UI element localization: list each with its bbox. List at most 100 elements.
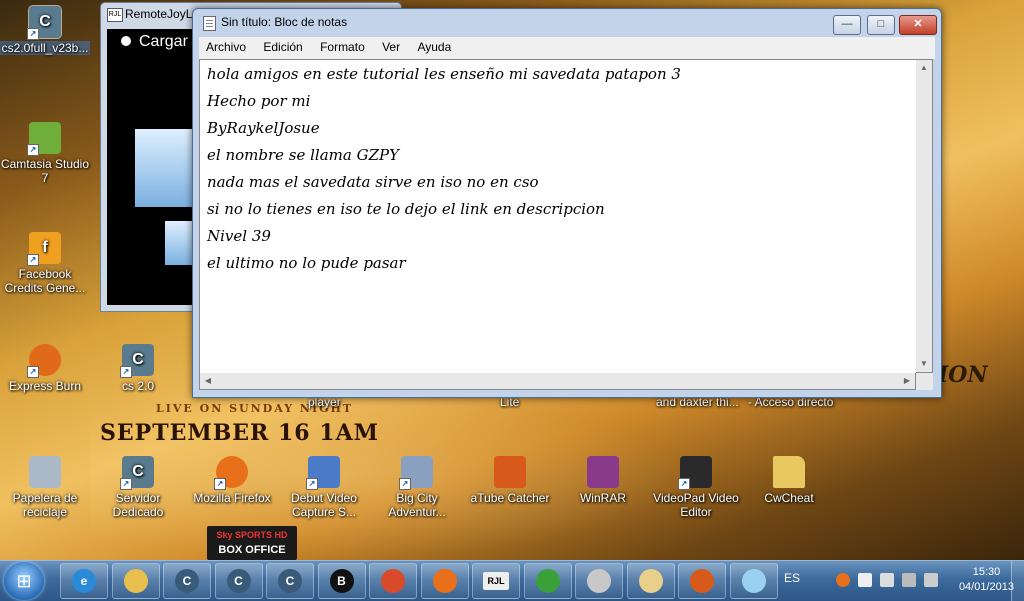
vertical-scrollbar[interactable]: ▲ ▼ — [916, 59, 933, 373]
recycle-bin-icon — [29, 456, 61, 488]
show-desktop-button[interactable] — [1011, 561, 1024, 601]
desktop-icon-cs20[interactable]: C ↗ cs 2.0 — [93, 344, 183, 393]
taskbar-button[interactable] — [111, 563, 160, 599]
tray-device-icon[interactable] — [880, 573, 894, 587]
taskbar-button[interactable]: C — [266, 563, 314, 599]
cs-server-icon-3: C — [278, 569, 302, 593]
volume-muted-icon[interactable] — [924, 573, 938, 587]
taskbar-button[interactable] — [369, 563, 417, 599]
menu-formato[interactable]: Formato — [313, 37, 372, 57]
cs-server-icon-2: C — [226, 569, 251, 593]
express-burn-icon: ↗ — [27, 344, 61, 378]
patapon-logo-image-small — [165, 221, 195, 265]
taskbar-button[interactable]: RJL — [472, 563, 520, 599]
taskbar-button[interactable]: C — [163, 563, 211, 599]
desktop-icon-label: VideoPad Video Editor — [653, 491, 739, 519]
tray-flag-icon[interactable] — [858, 573, 872, 587]
notepad-text-area[interactable]: hola amigos en este tutorial les enseño … — [199, 59, 918, 375]
network-icon[interactable] — [902, 573, 916, 587]
text-line: nada mas el savedata sirve en iso no en … — [207, 173, 539, 191]
desktop-icon-cwcheat[interactable]: CwCheat — [744, 456, 834, 505]
desktop-icon-facebook-credits[interactable]: f ↗ Facebook Credits Gene... — [0, 232, 90, 295]
desktop-icon-winrar[interactable]: WinRAR — [558, 456, 648, 505]
desktop-icon-label: Servidor Dedicado — [112, 491, 164, 519]
desktop-icon-atube[interactable]: aTube Catcher — [465, 456, 555, 505]
file-explorer-icon — [123, 569, 148, 593]
folder-icon — [773, 456, 805, 488]
desktop-icon-label: cs2.0full_v23b... — [0, 41, 90, 55]
tray-app-icon[interactable] — [836, 573, 850, 587]
start-button[interactable]: ⊞ — [4, 562, 44, 600]
taskbar-button[interactable] — [626, 563, 675, 599]
text-line: el ultimo no lo pude pasar — [207, 254, 406, 272]
clock-time: 15:30 — [972, 566, 1001, 578]
big-city-icon: ↗ — [399, 456, 433, 490]
menu-archivo[interactable]: Archivo — [199, 37, 253, 57]
desktop-icon-servidor-dedicado[interactable]: C ↗ Servidor Dedicado — [93, 456, 183, 519]
desktop-icon-firefox[interactable]: ↗ Mozilla Firefox — [187, 456, 277, 505]
counter-strike-icon: C ↗ — [27, 5, 62, 40]
desktop-icon-label: cs 2.0 — [121, 379, 154, 393]
notepad-title: Sin título: Bloc de notas — [221, 15, 348, 29]
text-line: si no lo tienes en iso te lo dejo el lin… — [207, 200, 605, 218]
maximize-button[interactable]: □ — [867, 15, 895, 35]
taskbar-button[interactable] — [523, 563, 572, 599]
internet-explorer-icon: e — [72, 569, 96, 593]
messenger-icon — [535, 569, 560, 593]
desktop-icon-recycle-bin[interactable]: Papelera de reciclaje — [0, 456, 90, 519]
scroll-up-arrow-icon[interactable]: ▲ — [916, 60, 932, 76]
desktop-icon-debut[interactable]: ↗ Debut Video Capture S... — [279, 456, 369, 519]
clock-date: 04/01/2013 — [958, 581, 1014, 593]
counter-strike-icon: C ↗ — [120, 344, 154, 378]
wallpaper-badge-top: Sky SPORTS HD — [216, 530, 288, 540]
taskbar-button[interactable]: B — [317, 563, 366, 599]
wallpaper-date-text: SEPTEMBER 16 1AM — [100, 420, 380, 446]
disc-icon — [587, 569, 611, 593]
cs-server-icon-1: C — [175, 569, 199, 593]
taskbar-button[interactable] — [575, 563, 623, 599]
notepad-window[interactable]: Sin título: Bloc de notas — □ ✕ Archivo … — [192, 8, 942, 398]
taskbar-button[interactable] — [678, 563, 726, 599]
desktop-icon-label: Big City Adventur... — [388, 491, 446, 519]
clock[interactable]: 15:30 04/01/2013 — [959, 565, 1014, 595]
chrome-icon — [381, 569, 405, 593]
remotejoy-loading-text: Cargar — [121, 33, 188, 51]
desktop-icon-label: aTube Catcher — [470, 491, 550, 505]
desktop-icon-label: WinRAR — [579, 491, 626, 505]
desktop-icon-cs2-full[interactable]: C ↗ cs2.0full_v23b... — [0, 5, 90, 55]
desktop-icon-label: Express Burn — [8, 379, 82, 393]
taskbar-button[interactable] — [729, 563, 778, 599]
taskbar-button[interactable]: C — [214, 563, 263, 599]
videopad-icon: ↗ — [678, 456, 712, 490]
remotejoy-icon: RJL — [483, 572, 509, 590]
paint-icon — [638, 569, 663, 593]
firefox-icon: ↗ — [214, 456, 248, 490]
remotejoy-icon: RJL — [107, 8, 123, 22]
resize-grip[interactable] — [916, 373, 933, 390]
language-indicator[interactable]: ES — [784, 571, 800, 585]
atube-icon — [494, 456, 526, 488]
text-line: Hecho por mi — [207, 92, 311, 110]
menu-ayuda[interactable]: Ayuda — [410, 37, 458, 57]
desktop-icon-big-city[interactable]: ↗ Big City Adventur... — [372, 456, 462, 519]
horizontal-scrollbar[interactable]: ◀ ▶ — [199, 373, 916, 390]
minimize-button[interactable]: — — [833, 15, 861, 35]
desktop-icon-label: Camtasia Studio 7 — [0, 157, 90, 185]
scroll-right-arrow-icon[interactable]: ▶ — [899, 373, 915, 389]
menu-edicion[interactable]: Edición — [256, 37, 309, 57]
facebook-icon: f ↗ — [27, 232, 61, 266]
desktop-icon-camtasia[interactable]: ↗ Camtasia Studio 7 — [0, 122, 90, 185]
firefox-icon — [432, 569, 457, 593]
wallpaper-badge: Sky SPORTS HD BOX OFFICE — [207, 526, 297, 560]
desktop-icon-label: CwCheat — [764, 491, 814, 505]
scroll-left-arrow-icon[interactable]: ◀ — [200, 373, 216, 389]
desktop-icon-label: Papelera de reciclaje — [12, 491, 78, 519]
notepad-titlebar[interactable]: Sin título: Bloc de notas — □ ✕ — [193, 9, 941, 35]
taskbar-button[interactable] — [420, 563, 469, 599]
taskbar-button[interactable]: e — [60, 563, 108, 599]
desktop-icon-videopad[interactable]: ↗ VideoPad Video Editor — [651, 456, 741, 519]
close-button[interactable]: ✕ — [899, 15, 937, 35]
desktop-icon-express-burn[interactable]: ↗ Express Burn — [0, 344, 90, 393]
scroll-down-arrow-icon[interactable]: ▼ — [916, 356, 932, 372]
menu-ver[interactable]: Ver — [375, 37, 407, 57]
